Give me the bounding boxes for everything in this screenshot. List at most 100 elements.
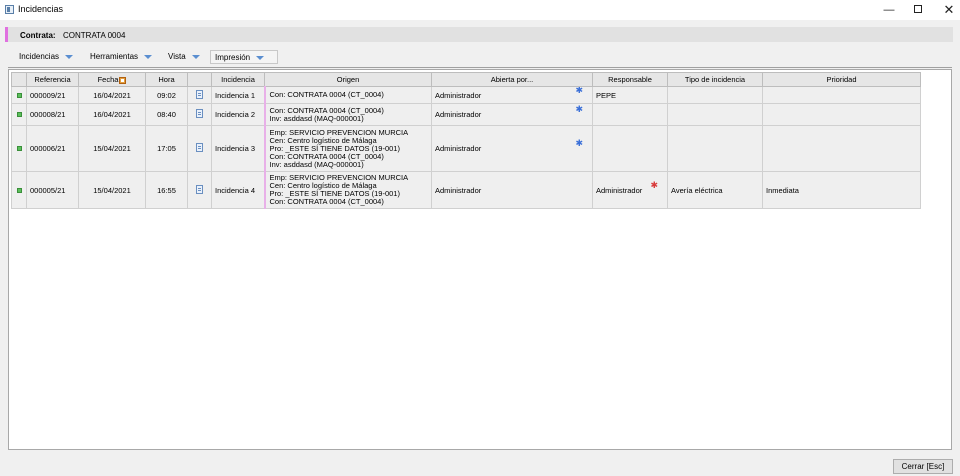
abierta-por-value: Administrador [435, 110, 482, 119]
asterisk-icon: ✱ [575, 104, 583, 115]
cell-prioridad [762, 103, 921, 126]
col-header-fecha-label: Fecha [97, 75, 119, 84]
cell-prioridad: Inmediata [762, 171, 921, 209]
chevron-down-icon [191, 54, 200, 59]
cell-responsable [592, 103, 668, 126]
menu-incidencias[interactable]: Incidencias [15, 50, 77, 64]
cell-referencia: 000009/21 [26, 86, 79, 104]
title-bar: Incidencias — ✕ [0, 0, 960, 20]
table-row[interactable]: 000005/21 15/04/2021 16:55 Incidencia 4 … [11, 171, 921, 209]
cell-origen: Emp: SERVICIO PREVENCION MURCIA Cen: Cen… [263, 125, 432, 172]
cell-doc[interactable] [187, 125, 212, 172]
table-row[interactable]: 000006/21 15/04/2021 17:05 Incidencia 3 … [11, 125, 921, 172]
asterisk-icon: ✱ [575, 86, 583, 95]
cell-tipo [667, 103, 763, 126]
cell-doc[interactable] [187, 86, 212, 104]
document-icon [196, 184, 203, 194]
close-window-button[interactable]: ✕ [932, 0, 960, 20]
cell-incidencia: Incidencia 1 [211, 86, 265, 104]
cell-responsable: Administrador ✱ [592, 171, 668, 209]
menu-vista[interactable]: Vista [164, 50, 204, 64]
cell-referencia: 000005/21 [26, 171, 79, 209]
cell-tipo [667, 86, 763, 104]
contract-bar: Contrata: CONTRATA 0004 [5, 27, 953, 42]
abierta-por-value: Administrador [435, 144, 482, 153]
cell-referencia: 000006/21 [26, 125, 79, 172]
cell-doc[interactable] [187, 103, 212, 126]
sort-calendar-icon [119, 76, 127, 84]
cell-fecha: 15/04/2021 [78, 125, 146, 172]
table-header-row: Referencia Fecha Hora Incidencia Origen … [11, 72, 921, 87]
table-row[interactable]: 000009/21 16/04/2021 09:02 Incidencia 1 … [11, 86, 921, 104]
table-row[interactable]: 000008/21 16/04/2021 08:40 Incidencia 2 … [11, 103, 921, 126]
cell-incidencia: Incidencia 3 [211, 125, 265, 172]
menu-vista-label: Vista [168, 52, 186, 61]
asterisk-icon: ✱ [650, 179, 658, 190]
status-icon [16, 187, 22, 193]
document-icon [196, 109, 203, 118]
cell-referencia: 000008/21 [26, 103, 79, 126]
incidents-grid[interactable]: Referencia Fecha Hora Incidencia Origen … [8, 69, 952, 450]
row-marker [11, 86, 27, 104]
col-header-prioridad[interactable]: Prioridad [762, 72, 921, 87]
cell-fecha: 16/04/2021 [78, 86, 146, 104]
cell-abierta-por: Administrador ✱ [431, 125, 593, 172]
col-header-origen[interactable]: Origen [264, 72, 432, 87]
incidents-table: Referencia Fecha Hora Incidencia Origen … [11, 72, 921, 209]
col-header-incidencia[interactable]: Incidencia [211, 72, 265, 87]
contract-value: CONTRATA 0004 [63, 31, 126, 40]
document-icon [196, 89, 203, 99]
document-icon [196, 143, 203, 152]
cell-hora: 17:05 [145, 125, 188, 172]
cell-incidencia: Incidencia 4 [211, 171, 265, 209]
cell-doc[interactable] [187, 171, 212, 209]
cell-origen: Con: CONTRATA 0004 (CT_0004) [263, 86, 432, 104]
responsable-value: Administrador [596, 185, 643, 195]
col-header-doc[interactable] [187, 72, 212, 87]
origen-line: Con: CONTRATA 0004 (CT_0004) [269, 197, 384, 206]
cell-incidencia: Incidencia 2 [211, 103, 265, 126]
origen-line: Con: CONTRATA 0004 (CT_0004) [269, 90, 384, 99]
row-marker [11, 125, 27, 172]
menu-herramientas[interactable]: Herramientas [86, 50, 156, 64]
origen-line: Inv: asddasd (MAQ-000001) [269, 113, 364, 123]
status-icon [16, 92, 22, 98]
col-header-marker[interactable] [11, 72, 27, 87]
status-icon [16, 146, 22, 151]
menu-impresion-label: Impresión [215, 53, 251, 62]
cell-origen: Con: CONTRATA 0004 (CT_0004) Inv: asddas… [263, 103, 432, 126]
chevron-down-icon [65, 54, 74, 59]
origen-line: Inv: asddasd (MAQ-000001) [269, 159, 364, 169]
row-marker [11, 171, 27, 209]
maximize-icon [914, 5, 922, 14]
cell-origen: Emp: SERVICIO PREVENCION MURCIA Cen: Cen… [263, 171, 432, 209]
col-header-abierta-por[interactable]: Abierta por... [431, 72, 593, 87]
col-header-fecha[interactable]: Fecha [78, 72, 146, 87]
cell-abierta-por: Administrador ✱ [431, 103, 593, 126]
col-header-referencia[interactable]: Referencia [26, 72, 79, 87]
cell-prioridad [762, 86, 921, 104]
cell-tipo [667, 125, 763, 172]
menu-bar: Incidencias Herramientas Vista Impresión [0, 48, 960, 66]
cell-abierta-por: Administrador ✱ [431, 86, 593, 104]
cell-fecha: 15/04/2021 [78, 171, 146, 209]
close-button[interactable]: Cerrar [Esc] [893, 459, 953, 474]
cell-tipo: Avería eléctrica [667, 171, 763, 209]
cell-prioridad [762, 125, 921, 172]
menu-impresion[interactable]: Impresión [210, 50, 278, 64]
maximize-button[interactable] [901, 0, 935, 20]
cell-hora: 16:55 [145, 171, 188, 209]
cell-hora: 09:02 [145, 86, 188, 104]
abierta-por-value: Administrador [435, 90, 482, 100]
cell-responsable [592, 125, 668, 172]
divider [8, 67, 952, 68]
col-header-responsable[interactable]: Responsable [592, 72, 668, 87]
menu-incidencias-label: Incidencias [19, 52, 60, 61]
col-header-tipo[interactable]: Tipo de incidencia [667, 72, 763, 87]
cell-fecha: 16/04/2021 [78, 103, 146, 126]
window-title: Incidencias [18, 4, 64, 14]
asterisk-icon: ✱ [575, 138, 583, 148]
col-header-hora[interactable]: Hora [145, 72, 188, 87]
cell-responsable: PEPE [592, 86, 668, 104]
cell-abierta-por: Administrador [431, 171, 593, 209]
